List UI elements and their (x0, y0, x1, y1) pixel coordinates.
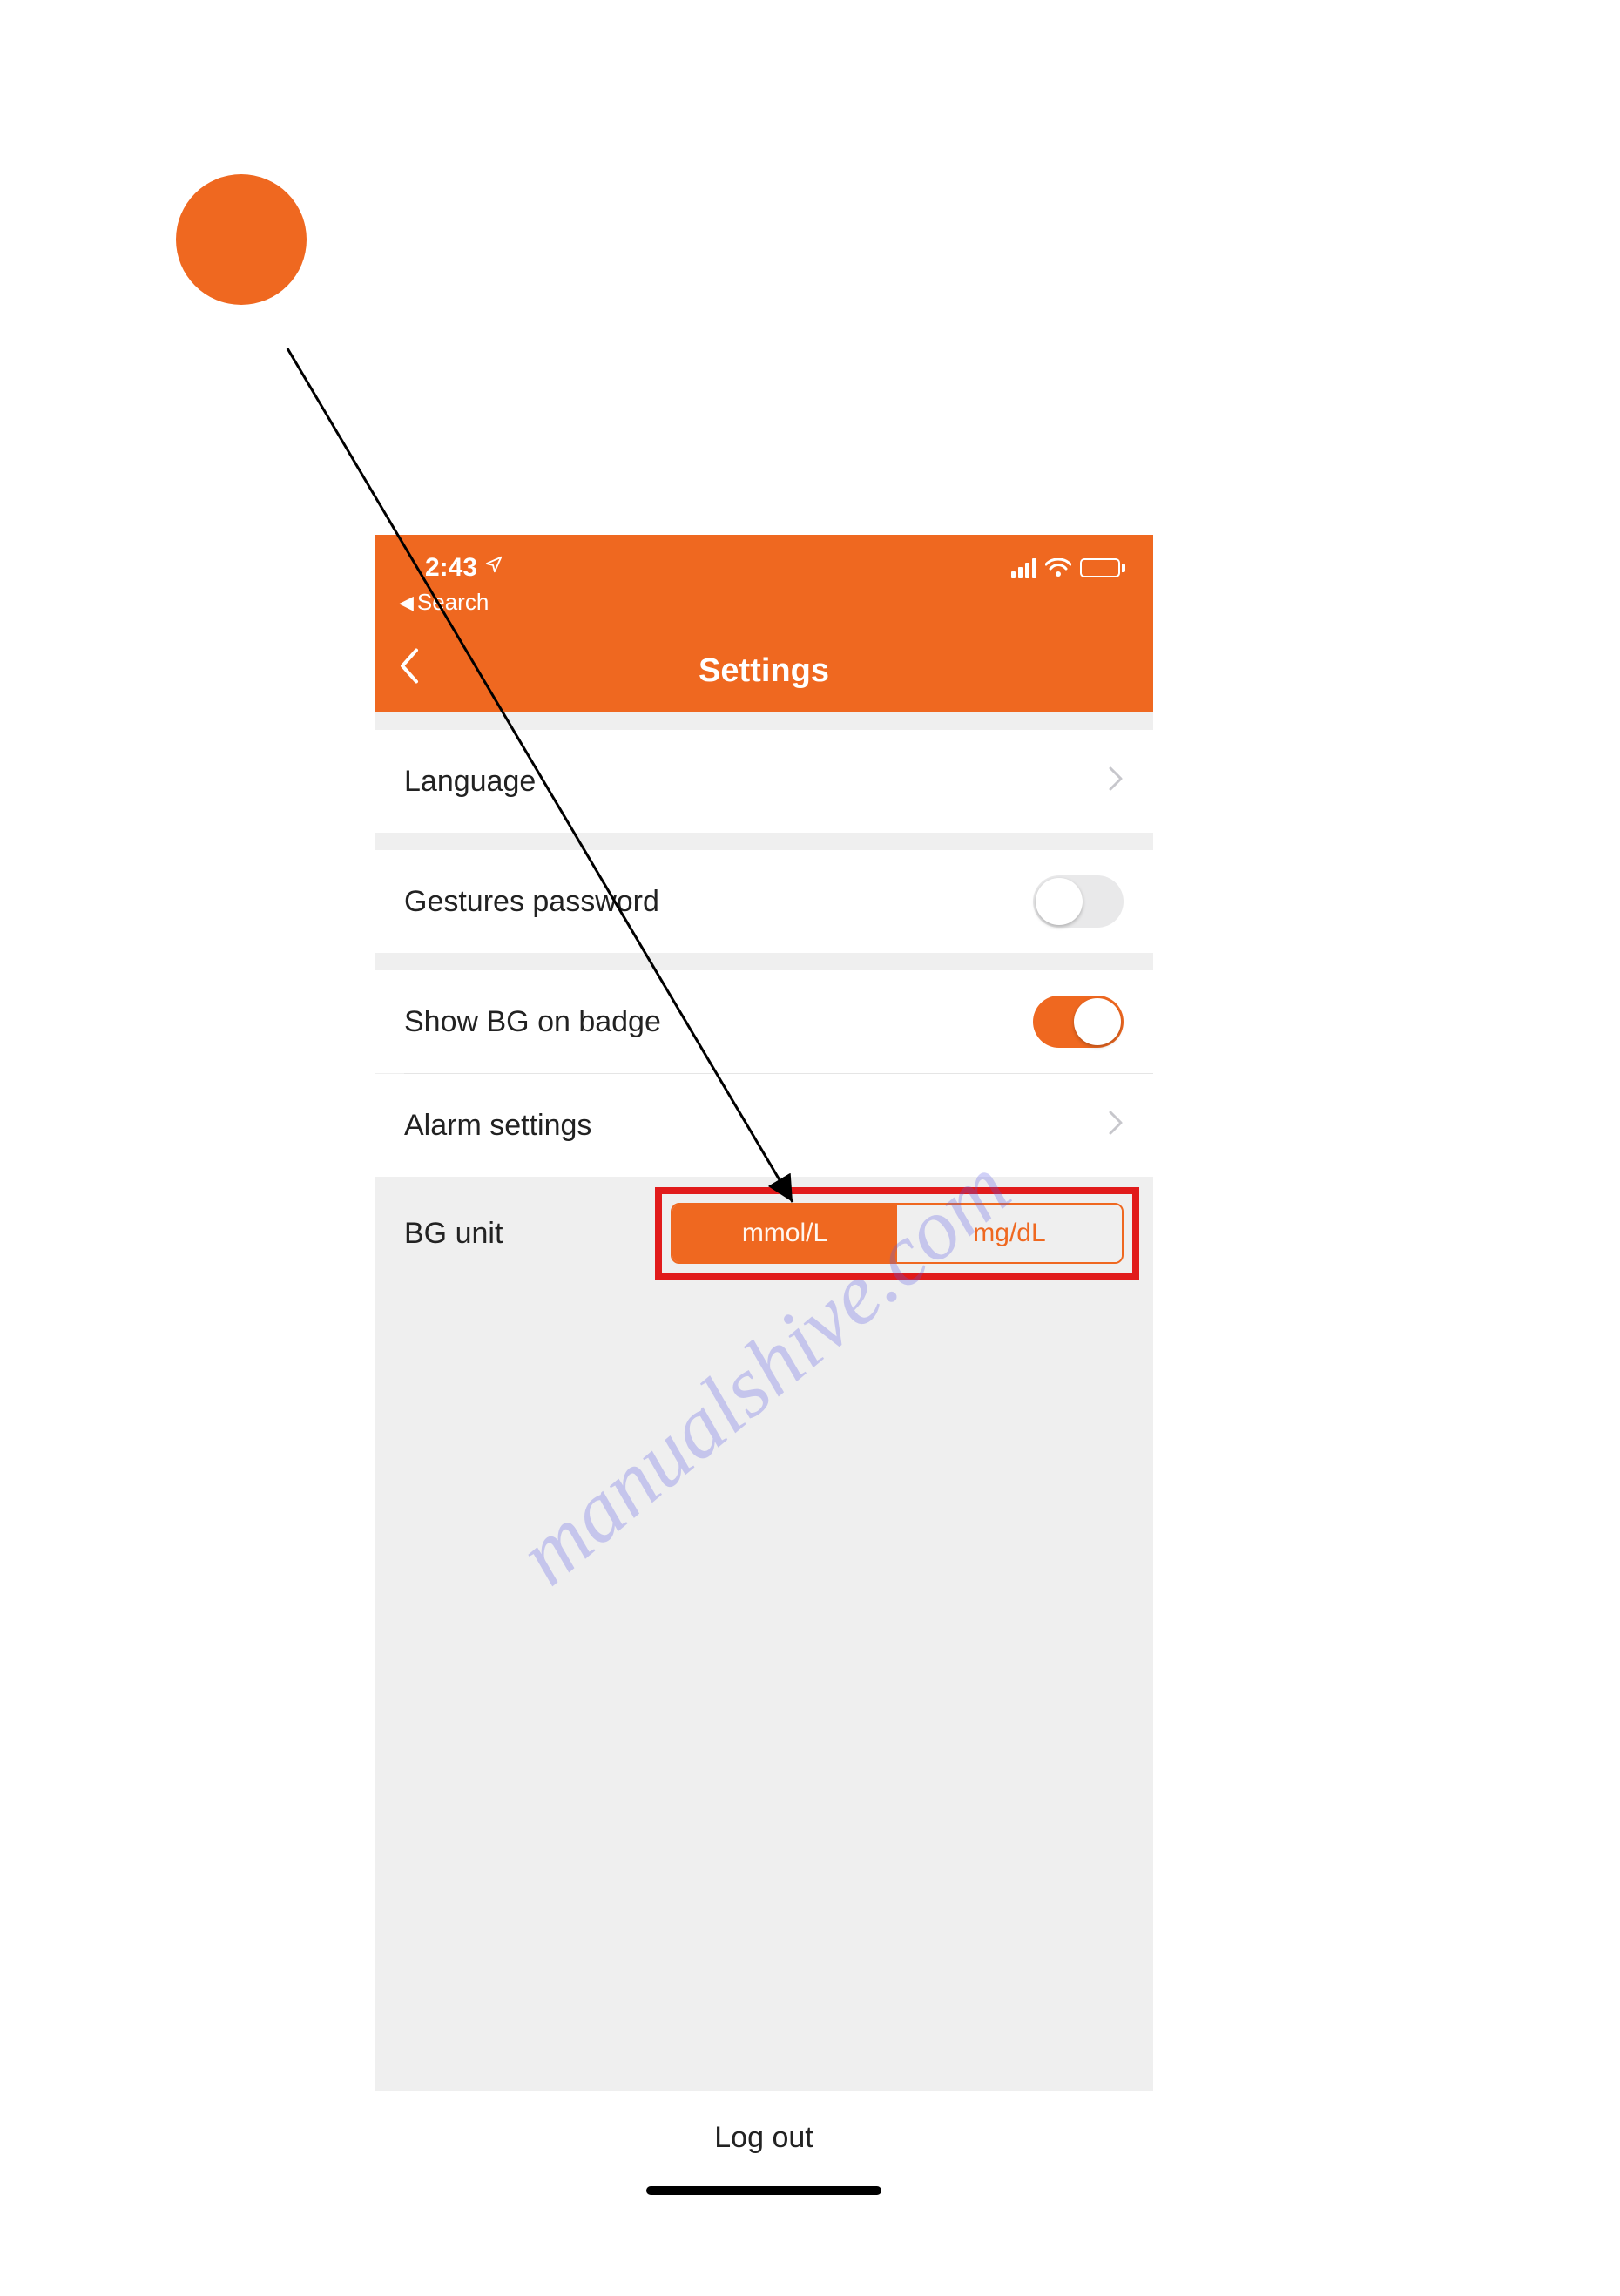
row-label: Show BG on badge (404, 1005, 661, 1039)
wifi-icon (1045, 558, 1071, 577)
row-gestures-password: Gestures password (375, 850, 1153, 953)
row-show-bg-on-badge: Show BG on badge (375, 970, 1153, 1073)
breadcrumb-label: Search (417, 589, 489, 616)
row-label: Alarm settings (404, 1109, 591, 1143)
status-time: 2:43 (425, 553, 477, 583)
chevron-right-icon (1108, 763, 1124, 800)
home-indicator (646, 2186, 881, 2195)
cellular-icon (1011, 558, 1036, 578)
row-bg-unit: BG unit mmol/L mg/dL (375, 1177, 1153, 1290)
top-bar: 2:43 (375, 535, 1153, 712)
toggle-gestures-password[interactable] (1033, 875, 1124, 928)
toggle-show-bg-on-badge[interactable] (1033, 996, 1124, 1048)
breadcrumb-back[interactable]: ◀ Search (399, 589, 489, 616)
breadcrumb-back-icon: ◀ (399, 591, 414, 614)
row-language[interactable]: Language (375, 730, 1153, 833)
page-title: Settings (699, 652, 829, 690)
nav-back-button[interactable] (399, 649, 420, 693)
battery-icon (1080, 558, 1125, 577)
bg-unit-option-mmol[interactable]: mmol/L (672, 1205, 897, 1262)
location-icon (484, 555, 503, 577)
settings-screenshot: 2:43 (375, 535, 1153, 2207)
row-label: BG unit (404, 1217, 503, 1251)
logout-button[interactable]: Log out (375, 2091, 1153, 2207)
row-alarm-settings[interactable]: Alarm settings (375, 1074, 1153, 1177)
spacer (375, 1290, 1153, 2091)
bg-unit-option-mgdl[interactable]: mg/dL (897, 1205, 1122, 1262)
settings-list: Language Gestures password Show BG on ba… (375, 712, 1153, 2207)
chevron-right-icon (1108, 1107, 1124, 1145)
status-bar: 2:43 (375, 549, 1153, 587)
nav-bar: Settings (375, 629, 1153, 712)
logout-label: Log out (714, 2121, 813, 2154)
callout-dot (176, 174, 307, 305)
bg-unit-segmented: mmol/L mg/dL (671, 1203, 1124, 1264)
row-label: Gestures password (404, 885, 659, 919)
row-label: Language (404, 765, 536, 799)
